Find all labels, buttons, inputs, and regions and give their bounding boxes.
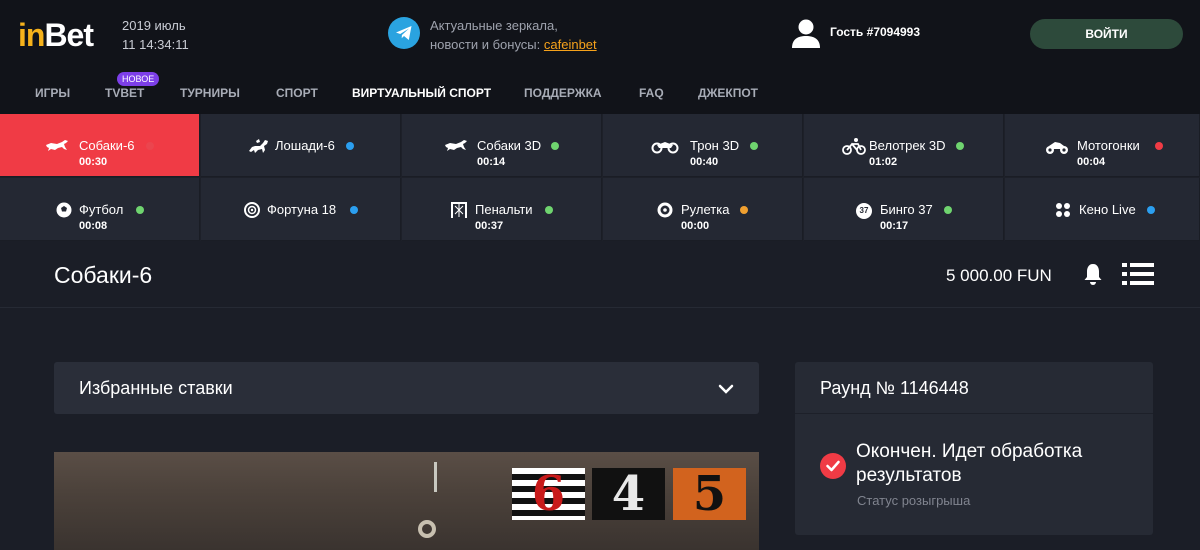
status-dot	[545, 206, 553, 214]
tile-roulette[interactable]: Рулетка 00:00	[603, 178, 803, 241]
bell-icon[interactable]	[1083, 262, 1103, 286]
guest-id: Гость #7094993	[830, 25, 921, 39]
status-dot	[346, 142, 354, 150]
result-number-1: 6	[512, 468, 585, 520]
nav-virtual-sport[interactable]: ВИРТУАЛЬНЫЙ СПОРТ	[352, 86, 491, 100]
tile-penalty[interactable]: Пенальти 00:37	[402, 178, 602, 241]
check-icon	[820, 453, 846, 479]
status-dot	[136, 206, 144, 214]
favorite-bets-title: Избранные ставки	[79, 378, 233, 398]
new-badge: НОВОЕ	[117, 72, 160, 86]
nav-sport[interactable]: СПОРТ	[276, 86, 318, 100]
status-dot	[1147, 206, 1155, 214]
tile-moto-racing[interactable]: Мотогонки 00:04	[1005, 114, 1200, 177]
nav-faq[interactable]: FAQ	[639, 86, 664, 100]
video-ring	[418, 520, 436, 538]
result-number-3: 5	[673, 468, 746, 520]
inbet-logo[interactable]: inBet	[18, 16, 94, 54]
greyhound-icon	[445, 140, 467, 151]
greyhound-icon	[46, 140, 68, 151]
goal-net-icon	[451, 202, 467, 218]
cyclist-icon	[842, 138, 866, 155]
nav-games[interactable]: ИГРЫ	[35, 86, 70, 100]
round-panel: Раунд № 1146448 Окончен. Идет обработка …	[795, 362, 1153, 535]
telegram-promo: Актуальные зеркала, новости и бонусы: ca…	[430, 18, 597, 52]
tile-fortuna-18[interactable]: Фортуна 18	[201, 178, 401, 241]
race-video[interactable]: 6 4 5	[54, 452, 759, 550]
login-button[interactable]: ВОЙТИ	[1030, 19, 1183, 49]
menu-list-icon[interactable]	[1122, 263, 1154, 285]
status-dot	[944, 206, 952, 214]
time-text: 11 14:34:11	[122, 37, 189, 52]
keno-icon	[1056, 203, 1070, 217]
round-header: Раунд № 1146448	[795, 362, 1153, 414]
nav-jackpot[interactable]: ДЖЕКПОТ	[698, 86, 758, 100]
user-avatar-icon[interactable]	[790, 18, 822, 48]
telegram-icon[interactable]	[388, 17, 420, 49]
soccer-ball-icon	[56, 202, 72, 218]
status-dot	[956, 142, 964, 150]
nav-support[interactable]: ПОДДЕРЖКА	[524, 86, 602, 100]
tile-dogs-3d[interactable]: Собаки 3D 00:14	[402, 114, 602, 177]
bingo-ball-icon: 37	[856, 203, 872, 219]
tile-keno-live[interactable]: Кено Live	[1005, 178, 1200, 241]
roulette-icon	[657, 202, 673, 218]
status-dot	[740, 206, 748, 214]
status-dot	[350, 206, 358, 214]
status-dot	[750, 142, 758, 150]
date-text: 2019 июль	[122, 18, 186, 33]
tron-bike-icon	[651, 142, 679, 154]
tile-horses-6[interactable]: Лошади-6	[201, 114, 401, 177]
top-header: inBet 2019 июль 11 14:34:11 Актуальные з…	[0, 0, 1200, 68]
result-number-2: 4	[592, 468, 665, 520]
tile-tron-3d[interactable]: Трон 3D 00:40	[603, 114, 803, 177]
fortune-wheel-icon	[244, 202, 260, 218]
status-dot	[146, 142, 154, 150]
status-dot	[551, 142, 559, 150]
server-datetime: 2019 июль 11 14:34:11	[122, 16, 189, 54]
tile-football[interactable]: Футбол 00:08	[0, 178, 200, 241]
favorite-bets-panel[interactable]: Избранные ставки	[54, 362, 759, 414]
tile-velotrack-3d[interactable]: Велотрек 3D 01:02	[804, 114, 1004, 177]
page-title: Собаки-6	[54, 262, 153, 288]
status-dot	[1155, 142, 1163, 150]
balance: 5 000.00 FUN	[946, 266, 1052, 285]
motorbike-icon	[1046, 142, 1068, 154]
round-title: Раунд № 1146448	[820, 378, 969, 398]
game-tiles: Собаки-6 00:30 Лошади-6 Собаки 3D 00:14 …	[0, 114, 1200, 241]
main-nav: ИГРЫ TVBET ТУРНИРЫ СПОРТ ВИРТУАЛЬНЫЙ СПО…	[0, 68, 1200, 114]
round-status-label: Статус розыгрыша	[857, 493, 971, 508]
nav-tvbet[interactable]: TVBET	[105, 86, 144, 100]
round-status: Окончен. Идет обработка результатов	[856, 441, 1083, 486]
nav-tournaments[interactable]: ТУРНИРЫ	[180, 86, 240, 100]
telegram-channel-link[interactable]: cafeinbet	[544, 37, 597, 52]
tile-dogs-6[interactable]: Собаки-6 00:30	[0, 114, 200, 177]
tile-bingo-37[interactable]: 37 Бинго 37 00:17	[804, 178, 1004, 241]
video-pole	[434, 462, 437, 492]
chevron-down-icon[interactable]	[717, 380, 735, 398]
horse-icon	[249, 139, 268, 153]
divider	[0, 307, 1200, 308]
